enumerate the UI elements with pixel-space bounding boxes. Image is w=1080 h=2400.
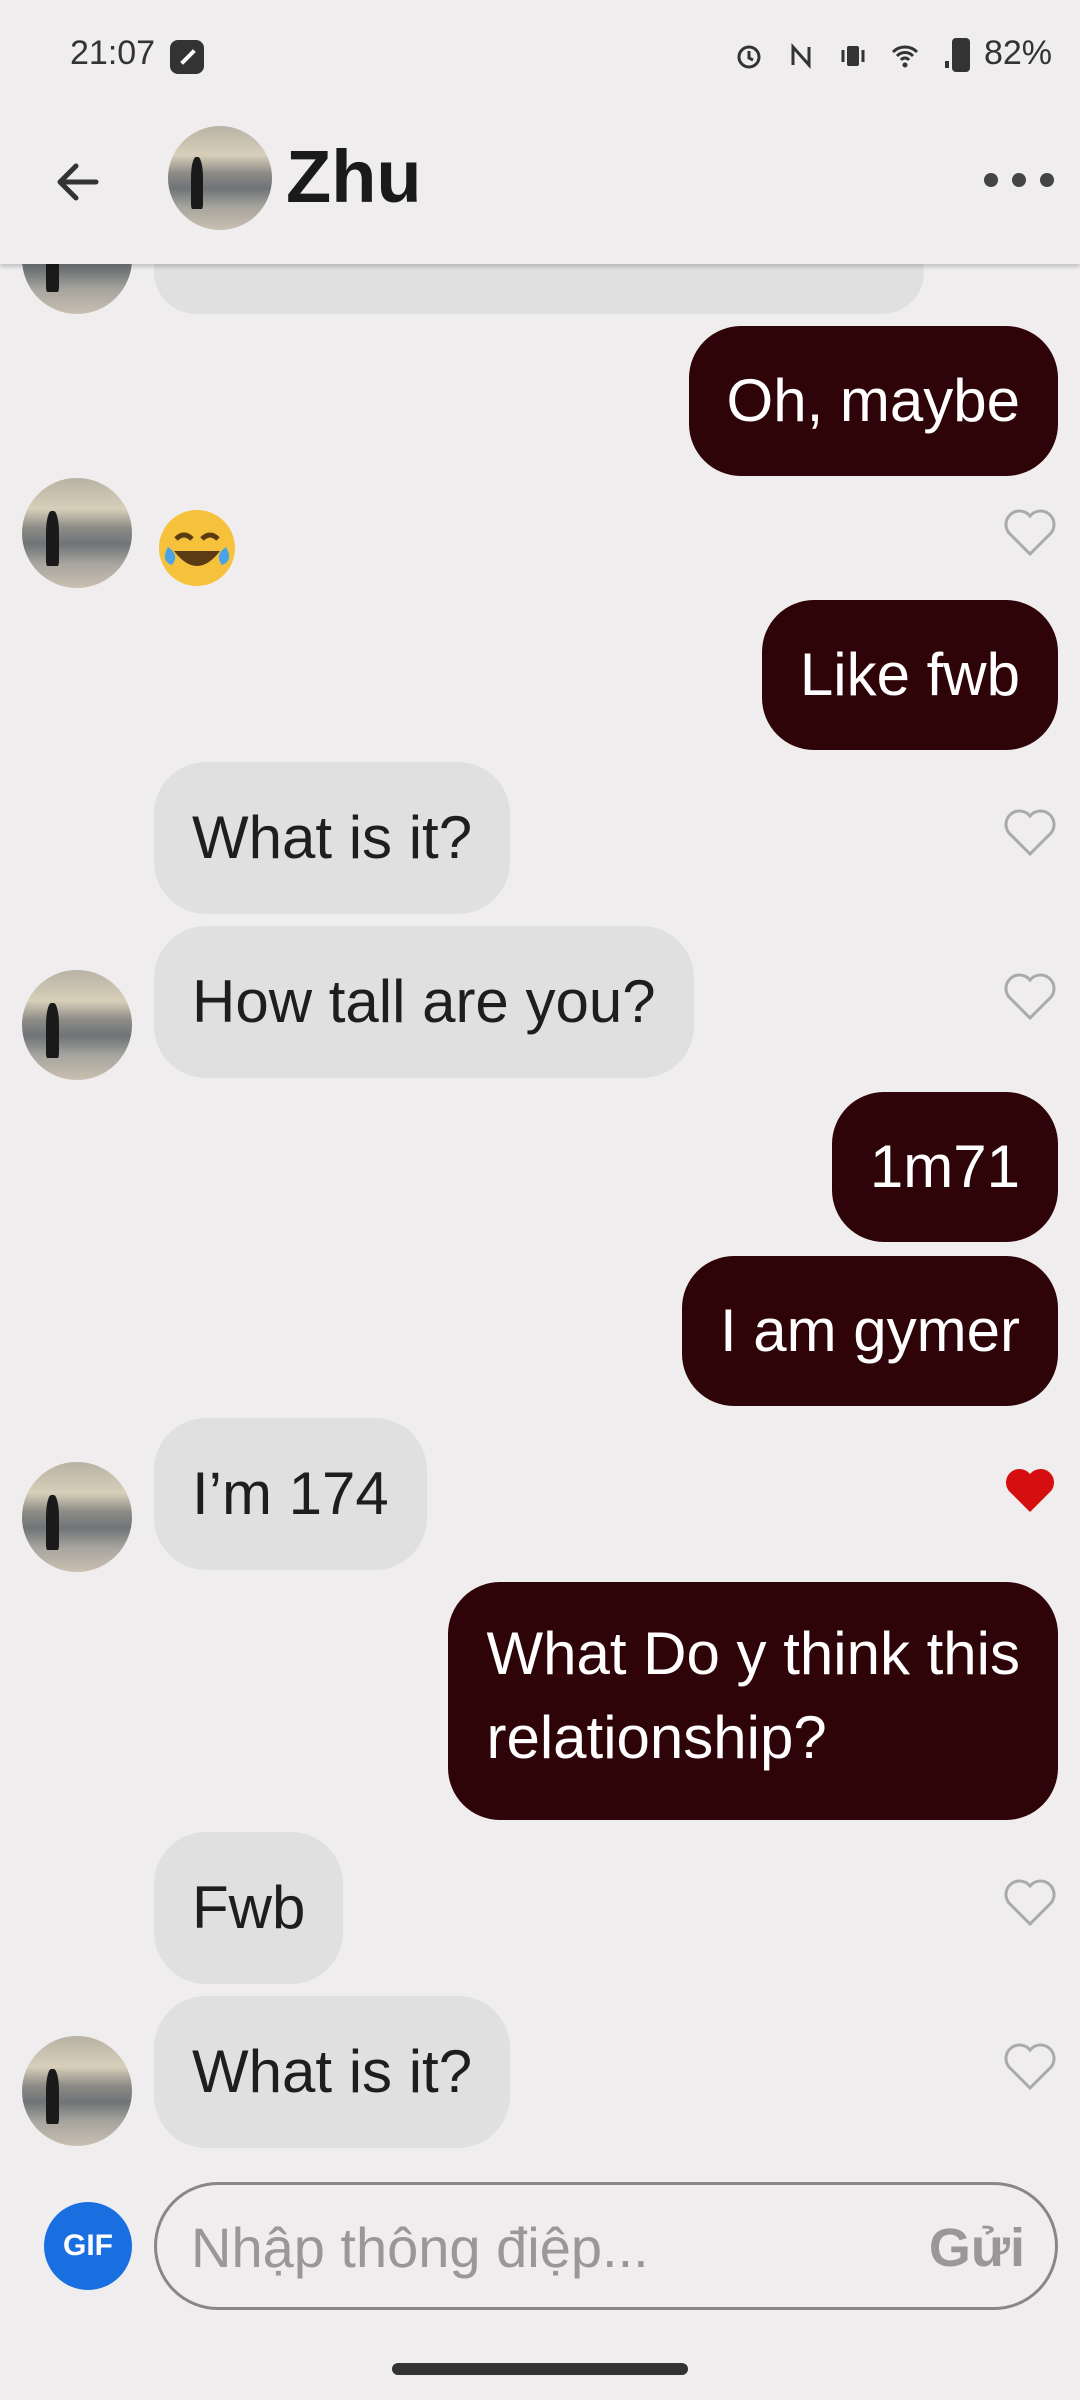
like-heart-icon[interactable] bbox=[1002, 2040, 1058, 2092]
message-input[interactable]: Nhập thông điệp... Gửi bbox=[154, 2182, 1058, 2310]
back-arrow-icon[interactable] bbox=[46, 150, 110, 214]
send-button[interactable]: Gửi bbox=[929, 2217, 1025, 2279]
like-heart-icon[interactable] bbox=[1002, 1876, 1058, 1928]
sender-avatar[interactable] bbox=[22, 2036, 132, 2146]
battery-icon bbox=[952, 38, 970, 72]
incoming-message[interactable]: Fwb bbox=[154, 1832, 344, 1984]
status-icons bbox=[734, 36, 972, 76]
liked-heart-icon[interactable] bbox=[1002, 1464, 1058, 1516]
contact-avatar[interactable] bbox=[168, 126, 272, 230]
message-line: What Do y think this bbox=[486, 1620, 1020, 1687]
status-time: 21:07 bbox=[70, 34, 156, 72]
home-indicator[interactable] bbox=[392, 2363, 688, 2375]
sender-avatar[interactable] bbox=[22, 1462, 132, 1572]
alarm-icon bbox=[737, 45, 761, 69]
outgoing-message[interactable]: Oh, maybe bbox=[688, 326, 1058, 476]
message-input-placeholder: Nhập thông điệp... bbox=[191, 2216, 649, 2279]
message-line: relationship? bbox=[486, 1704, 827, 1771]
battery-percent: 82% bbox=[983, 34, 1052, 72]
gif-button[interactable]: GIF bbox=[44, 2202, 132, 2290]
outgoing-message-multiline[interactable]: What Do y think this relationship? bbox=[448, 1582, 1058, 1820]
laughing-tears-emoji[interactable] bbox=[154, 505, 240, 591]
sender-avatar[interactable] bbox=[22, 478, 132, 588]
incoming-message[interactable]: What is it? bbox=[154, 762, 511, 914]
more-options-icon[interactable] bbox=[984, 160, 1054, 200]
outgoing-message[interactable]: I am gymer bbox=[681, 1256, 1058, 1406]
like-heart-icon[interactable] bbox=[1002, 506, 1058, 558]
chat-header: Zhu bbox=[0, 110, 1080, 264]
like-heart-icon[interactable] bbox=[1002, 806, 1058, 858]
app-notification-icon bbox=[170, 40, 204, 74]
sender-avatar[interactable] bbox=[22, 970, 132, 1080]
status-bar: 21:07 82% bbox=[0, 0, 1080, 110]
nfc-icon bbox=[791, 43, 811, 69]
incoming-message[interactable]: What is it? bbox=[154, 1996, 511, 2148]
wifi-icon bbox=[891, 45, 919, 68]
outgoing-message[interactable]: 1m71 bbox=[831, 1092, 1058, 1242]
incoming-message[interactable]: How tall are you? bbox=[154, 926, 694, 1078]
outgoing-message[interactable]: Like fwb bbox=[761, 600, 1058, 750]
vibrate-icon bbox=[841, 46, 865, 66]
contact-name[interactable]: Zhu bbox=[286, 134, 422, 219]
incoming-message[interactable]: I’m 174 bbox=[154, 1418, 427, 1570]
like-heart-icon[interactable] bbox=[1002, 970, 1058, 1022]
